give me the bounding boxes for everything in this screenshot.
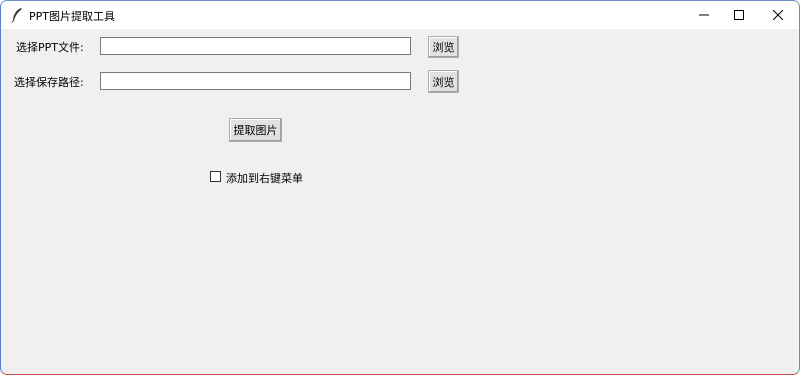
browse-ppt-button[interactable]: 浏览 [428, 36, 459, 58]
window-title: PPT图片提取工具 [29, 10, 115, 23]
add-context-menu-checkbox[interactable] [210, 171, 221, 182]
feather-icon [11, 8, 22, 23]
ppt-file-label: 选择PPT文件: [16, 41, 84, 54]
minimize-icon [699, 14, 709, 16]
save-path-label: 选择保存路径: [14, 76, 84, 89]
browse-save-label: 浏览 [432, 75, 455, 89]
browse-save-button[interactable]: 浏览 [428, 70, 459, 93]
add-context-menu-label[interactable]: 添加到右键菜单 [226, 170, 303, 186]
extract-images-label: 提取图片 [233, 124, 278, 137]
title-bar[interactable]: PPT图片提取工具 [1, 1, 799, 29]
close-button[interactable] [755, 1, 799, 29]
save-path-input[interactable] [100, 72, 411, 90]
ppt-file-input[interactable] [100, 37, 411, 55]
extract-images-button[interactable]: 提取图片 [229, 118, 282, 142]
close-icon [773, 10, 783, 20]
app-window: PPT图片提取工具 选择PPT文件: 浏览 选择保存路径: 浏览 提取图片 添加… [0, 0, 800, 375]
maximize-icon [734, 10, 744, 20]
browse-ppt-label: 浏览 [432, 41, 455, 54]
